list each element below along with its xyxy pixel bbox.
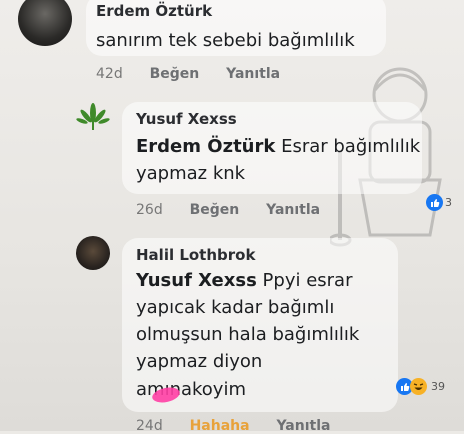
haha-reaction-icon xyxy=(410,378,427,395)
comment-time: 26d xyxy=(136,202,163,218)
comment-author[interactable]: Halil Lothbrok xyxy=(136,246,255,264)
comment-text-line: olmuşsun hala bağımlılık xyxy=(136,324,360,345)
reaction-count: 39 xyxy=(431,380,445,393)
reply-button[interactable]: Yanıtla xyxy=(276,418,330,434)
comment-text-line: yapıcak kadar bağımlı xyxy=(136,297,335,318)
mention-link[interactable]: Erdem Öztürk xyxy=(136,136,275,157)
haha-button[interactable]: Hahaha xyxy=(190,418,250,434)
avatar[interactable] xyxy=(76,236,110,270)
reaction-count: 3 xyxy=(445,196,452,209)
reply-button[interactable]: Yanıtla xyxy=(266,202,320,218)
comment-actions: 26d Beğen Yanıtla xyxy=(136,202,342,218)
comment-time: 24d xyxy=(136,418,163,434)
comment-actions: 24d Hahaha Yanıtla xyxy=(136,418,352,434)
comment-text-line: yapmaz diyon xyxy=(136,351,263,372)
cannabis-leaf-icon[interactable] xyxy=(76,102,110,132)
like-button[interactable]: Beğen xyxy=(150,66,200,82)
comment-text-line: Yusuf Xexss Ppyi esrar xyxy=(136,270,353,291)
reply-button[interactable]: Yanıtla xyxy=(226,66,280,82)
comment-text: sanırım tek sebebi bağımlılık xyxy=(96,30,355,51)
like-button[interactable]: Beğen xyxy=(190,202,240,218)
mention-link[interactable]: Yusuf Xexss xyxy=(136,270,257,291)
comment-time: 42d xyxy=(96,66,123,82)
comment-text-line: Erdem Öztürk Esrar bağımlılık xyxy=(136,136,421,157)
comment-author[interactable]: Erdem Öztürk xyxy=(96,2,212,20)
comment-text-line: yapmaz knk xyxy=(136,163,246,184)
comment-actions: 42d Beğen Yanıtla xyxy=(96,66,302,82)
reaction-summary[interactable]: 39 xyxy=(396,378,445,395)
like-reaction-icon xyxy=(426,194,443,211)
reaction-summary[interactable]: 3 xyxy=(426,194,452,211)
comment-author[interactable]: Yusuf Xexss xyxy=(136,110,237,128)
